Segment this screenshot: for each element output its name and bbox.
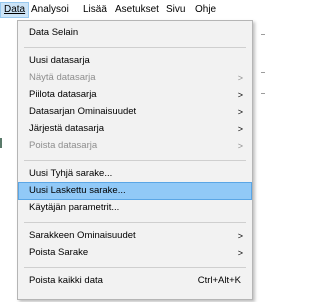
menu-item-data-selain[interactable]: Data Selain xyxy=(19,25,251,41)
menu-separator xyxy=(24,222,246,223)
strip-tick xyxy=(261,34,265,35)
menu-bar: Data Analysoi Lisää Asetukset Sivu Ohje xyxy=(0,0,267,20)
shortcut-label: Ctrl+Alt+K xyxy=(197,275,241,286)
menu-asetukset[interactable]: Asetukset xyxy=(112,3,162,17)
menu-item-uusi-laskettu-sarake[interactable]: Uusi Laskettu sarake... xyxy=(18,182,252,200)
menu-separator xyxy=(24,267,246,268)
menu-analysoi[interactable]: Analysoi xyxy=(28,3,72,17)
menu-item-label: Sarakkeen Ominaisuudet xyxy=(29,230,136,241)
menu-lisaa-label: Lisää xyxy=(83,4,107,15)
menu-item-poista-datasarja[interactable]: Poista datasarja > xyxy=(19,138,251,154)
menu-item-poista-sarake[interactable]: Poista Sarake > xyxy=(19,245,251,261)
menu-item-label: Näytä datasarja xyxy=(29,72,96,83)
menu-item-uusi-datasarja[interactable]: Uusi datasarja xyxy=(19,53,251,69)
menu-asetukset-label: Asetukset xyxy=(115,4,159,15)
strip-tick xyxy=(261,93,265,94)
menu-data[interactable]: Data xyxy=(0,2,30,18)
menu-item-label: Uusi datasarja xyxy=(29,55,90,66)
submenu-arrow-icon: > xyxy=(237,124,243,134)
background-window-strip xyxy=(253,20,267,302)
menu-item-nayta-datasarja[interactable]: Näytä datasarja > xyxy=(19,70,251,86)
menu-item-kayttajan-parametrit[interactable]: Käytäjän parametrit... xyxy=(19,200,251,216)
menu-item-label: Poista kaikki data xyxy=(29,275,103,286)
submenu-arrow-icon: > xyxy=(237,248,243,258)
submenu-arrow-icon: > xyxy=(237,73,243,83)
menu-data-label: Data xyxy=(4,4,26,15)
menu-item-label: Data Selain xyxy=(29,27,79,38)
menu-ohje[interactable]: Ohje xyxy=(192,3,219,17)
menu-item-label: Poista Sarake xyxy=(29,247,89,258)
menu-lisaa[interactable]: Lisää xyxy=(80,3,110,17)
menu-item-jarjesta-datasarja[interactable]: Järjestä datasarja > xyxy=(19,121,251,137)
menu-separator xyxy=(24,47,246,48)
menu-ohje-label: Ohje xyxy=(195,4,217,15)
menu-sivu[interactable]: Sivu xyxy=(163,3,188,17)
menu-item-uusi-tyhja-sarake[interactable]: Uusi Tyhjä sarake... xyxy=(19,166,251,182)
menu-item-datasarjan-ominaisuudet[interactable]: Datasarjan Ominaisuudet > xyxy=(19,104,251,120)
menu-analysoi-label: Analysoi xyxy=(31,4,69,15)
menu-item-sarakkeen-ominaisuudet[interactable]: Sarakkeen Ominaisuudet > xyxy=(19,228,251,244)
submenu-arrow-icon: > xyxy=(237,107,243,117)
menu-item-label: Järjestä datasarja xyxy=(29,123,104,134)
submenu-arrow-icon: > xyxy=(237,90,243,100)
data-dropdown-menu: Data Selain Uusi datasarja Näytä datasar… xyxy=(17,20,253,300)
menu-item-label: Uusi Laskettu sarake... xyxy=(29,185,126,196)
menu-item-poista-kaikki-data[interactable]: Poista kaikki data Ctrl+Alt+K xyxy=(19,273,251,289)
menu-item-label: Datasarjan Ominaisuudet xyxy=(29,106,137,117)
background-window-edge xyxy=(0,138,2,148)
menu-sivu-label: Sivu xyxy=(166,4,186,15)
menu-item-label: Poista datasarja xyxy=(29,140,98,151)
strip-tick xyxy=(261,72,265,73)
submenu-arrow-icon: > xyxy=(237,231,243,241)
menu-separator xyxy=(24,160,246,161)
menu-item-label: Uusi Tyhjä sarake... xyxy=(29,168,113,179)
menu-item-piilota-datasarja[interactable]: Piilota datasarja > xyxy=(19,87,251,103)
menu-item-label: Piilota datasarja xyxy=(29,89,97,100)
submenu-arrow-icon: > xyxy=(237,141,243,151)
menu-item-label: Käytäjän parametrit... xyxy=(29,202,120,213)
